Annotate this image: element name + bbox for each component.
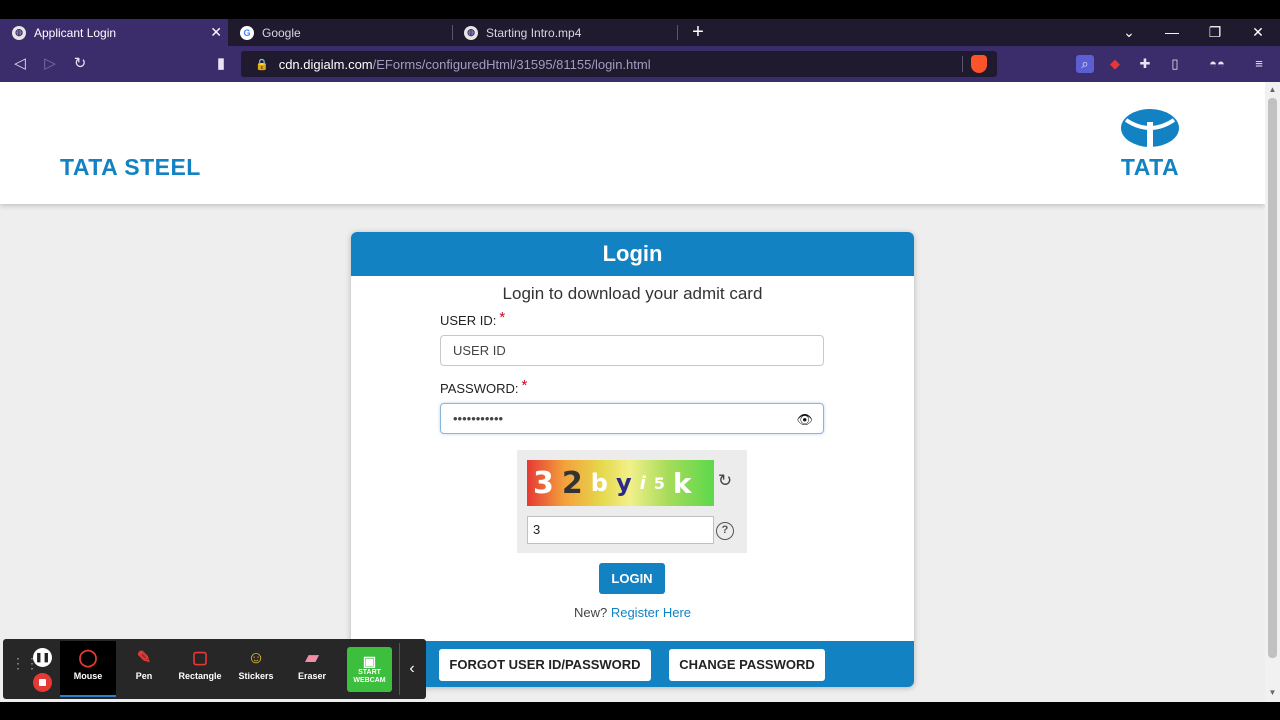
tab-applicant-login[interactable]: ◍ Applicant Login ✕ [0,19,228,46]
captcha-char: 5 [653,473,665,493]
pen-icon: ✎ [136,648,152,667]
change-password-button[interactable]: CHANGE PASSWORD [669,649,825,681]
webcam-label: START WEBCAM [353,669,386,684]
tab-title: Google [262,25,301,40]
captcha-panel: 3 2 b y i 5 k ↻ 3 ? [517,450,747,553]
tab-bar: ◍ Applicant Login ✕ G Google ◍ Starting … [0,19,1280,46]
user-id-field[interactable]: USER ID [440,335,824,366]
tab-starting-intro[interactable]: ◍ Starting Intro.mp4 [452,19,676,46]
tool-label: Mouse [73,671,103,681]
tab-google[interactable]: G Google [228,19,452,46]
extension-record-icon[interactable]: ◆ [1106,55,1124,73]
back-icon[interactable]: ◁ [8,52,32,76]
site-header: TATA STEEL TATA [0,82,1265,204]
forgot-password-button[interactable]: FORGOT USER ID/PASSWORD [439,649,651,681]
mouse-icon: ◯ [78,648,98,667]
required-mark: * [499,309,506,326]
screen-recorder-toolbar: ⋮⋮ ❚❚ ◯ Mouse ✎ Pen ▢ Rectangle ☺ Sticke… [3,639,426,699]
captcha-char: 3 [533,465,554,501]
password-value: ••••••••••• [453,411,504,426]
collapse-chevron-icon[interactable]: ‹ [399,643,424,695]
register-link[interactable]: Register Here [611,605,691,620]
captcha-char: b [590,469,608,497]
login-button[interactable]: LOGIN [599,563,665,594]
tab-title: Starting Intro.mp4 [486,25,582,40]
stop-recording-button[interactable] [33,673,52,692]
tab-separator [677,25,678,40]
tool-label: Pen [135,671,153,681]
user-id-label: USER ID: * [440,309,506,329]
url-host: cdn.digialm.com [278,56,373,72]
tool-label: Rectangle [178,671,222,681]
restore-button[interactable]: ❐ [1195,19,1235,46]
tata-steel-logo: TATA STEEL [60,154,201,180]
bookmark-icon[interactable]: ▮ [209,52,233,76]
captcha-char: i [639,472,646,494]
stickers-tool-button[interactable]: ☺ Stickers [228,641,284,697]
scroll-down-icon[interactable]: ▼ [1265,686,1280,700]
captcha-refresh-icon[interactable]: ↻ [716,472,734,490]
login-card: Login Login to download your admit card … [351,232,914,687]
extensions-puzzle-icon[interactable]: ✚ [1136,55,1154,73]
menu-icon[interactable]: ≡ [1250,55,1268,73]
password-field[interactable]: ••••••••••• 👁 [440,403,824,434]
tool-label: Eraser [297,671,327,681]
eraser-icon: ▰ [305,648,319,667]
lock-icon: 🔒 [255,58,269,71]
brave-shield-icon[interactable] [971,55,987,73]
globe-icon: ◍ [12,25,26,40]
extension-search-icon[interactable]: ⌕ [1076,55,1094,73]
google-icon: G [240,25,254,40]
scroll-thumb[interactable] [1268,98,1277,658]
page-scrollbar[interactable]: ▲ ▼ [1265,82,1280,702]
mouse-tool-button[interactable]: ◯ Mouse [60,641,116,697]
close-window-button[interactable]: ✕ [1238,19,1278,46]
address-bar[interactable]: 🔒 cdn.digialm.com/EForms/configuredHtml/… [241,51,997,77]
sticker-icon: ☺ [247,648,265,667]
divider [962,56,963,72]
reload-icon[interactable]: ↻ [68,52,92,76]
profile-glasses-icon[interactable]: ◓◓ [1206,55,1228,73]
drag-grip-icon[interactable]: ⋮⋮ [11,656,39,677]
tab-search-chevron-icon[interactable]: ⌄ [1109,19,1149,46]
user-id-label-text: USER ID: [440,313,497,328]
tool-label: Stickers [238,671,274,681]
bottom-black-strip [0,702,1280,720]
captcha-char: k [672,466,692,500]
page-viewport: TATA STEEL TATA Login Login to download … [0,82,1265,702]
login-title: Login [351,232,914,276]
scroll-up-icon[interactable]: ▲ [1265,83,1280,97]
eraser-tool-button[interactable]: ▰ Eraser [284,641,340,697]
minimize-button[interactable]: — [1152,19,1192,46]
password-label-text: PASSWORD: [440,381,519,396]
pen-tool-button[interactable]: ✎ Pen [116,641,172,697]
login-subtitle: Login to download your admit card [502,284,763,303]
rectangle-icon: ▢ [191,648,209,667]
forward-icon[interactable]: ▷ [38,52,62,76]
rectangle-tool-button[interactable]: ▢ Rectangle [172,641,228,697]
captcha-char: 2 [561,465,583,501]
url-path: /EForms/configuredHtml/31595/81155/login… [372,56,651,72]
captcha-input[interactable]: 3 [527,516,714,544]
required-mark: * [521,377,528,394]
new-tab-button[interactable]: + [689,19,707,46]
captcha-help-icon[interactable]: ? [716,522,734,540]
card-footer: FORGOT USER ID/PASSWORD CHANGE PASSWORD [351,641,914,687]
register-line: New? Register Here [351,605,914,620]
start-webcam-button[interactable]: ▣ START WEBCAM [347,647,392,692]
captcha-image: 3 2 b y i 5 k [527,460,714,506]
webcam-icon: ▣ [362,653,377,669]
captcha-char: y [615,469,632,497]
tab-title: Applicant Login [34,25,117,40]
globe-icon: ◍ [464,25,478,40]
show-password-eye-icon[interactable]: 👁 [796,412,813,428]
sidebar-icon[interactable]: ▯ [1166,55,1184,73]
pause-recording-button[interactable]: ❚❚ [33,648,52,667]
close-tab-icon[interactable]: ✕ [210,24,222,41]
password-label: PASSWORD: * [440,377,528,397]
top-black-strip [0,0,1280,19]
register-prefix: New? [573,605,608,620]
tata-wordmark: TATA [1120,154,1180,180]
navigation-bar: ◁ ▷ ↻ ▮ 🔒 cdn.digialm.com/EForms/configu… [0,46,1280,82]
